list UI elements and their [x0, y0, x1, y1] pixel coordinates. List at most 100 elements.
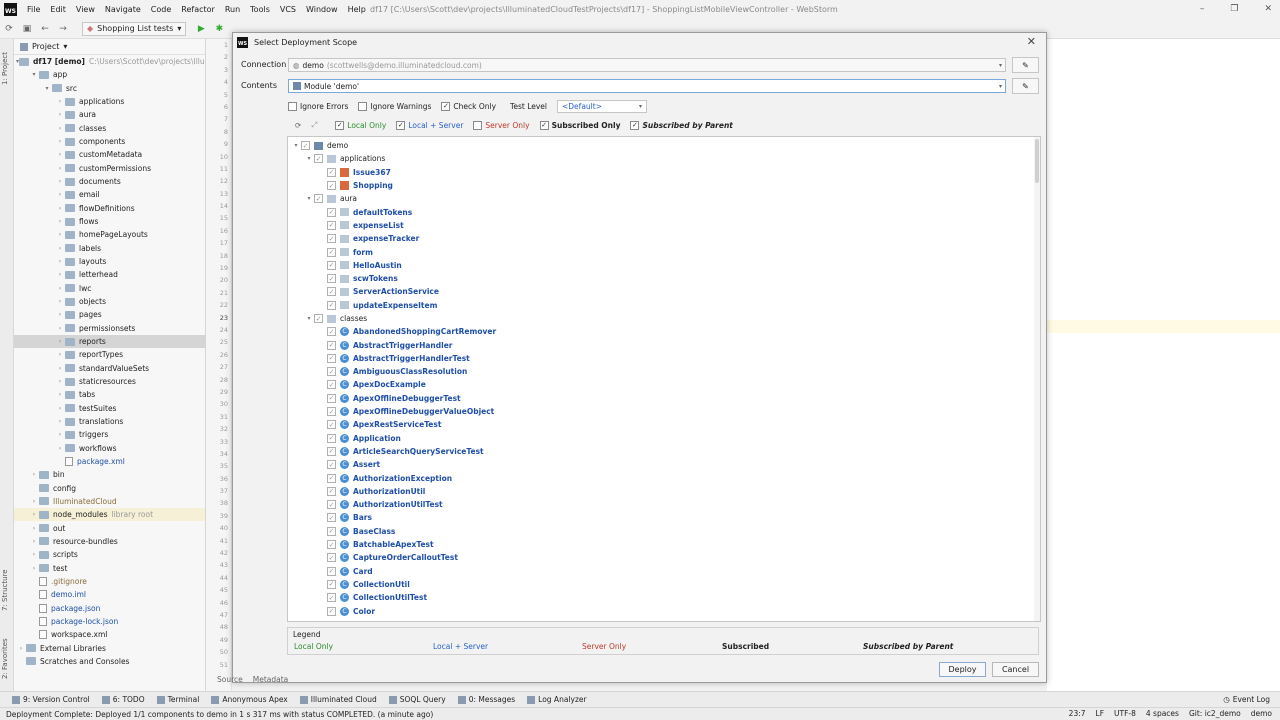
deployment-tree-item[interactable]: ✓ C Card [288, 565, 1040, 578]
local-server-checkbox[interactable]: ✓ Local + Server [396, 120, 463, 130]
project-tree-item[interactable]: › letterhead [14, 268, 205, 281]
project-tree-item[interactable]: › translations [14, 415, 205, 428]
expand-arrow-icon[interactable]: › [55, 391, 65, 398]
tree-checkbox[interactable]: ✓ [327, 380, 336, 390]
expand-arrow-icon[interactable]: › [29, 525, 39, 532]
expand-arrow-icon[interactable]: › [55, 111, 65, 118]
tree-checkbox[interactable]: ✓ [327, 340, 336, 350]
tree-checkbox[interactable]: ✓ [327, 247, 336, 257]
tab-favorites[interactable]: 2: Favorites [1, 638, 9, 679]
deployment-tree-item[interactable]: ✓ scwTokens [288, 272, 1040, 285]
deployment-tree-item[interactable]: ✓ C Application [288, 432, 1040, 445]
bottom-tab[interactable]: 0: Messages [457, 695, 515, 704]
bottom-tab[interactable]: 6: TODO [101, 695, 145, 704]
expand-arrow-icon[interactable]: ▾ [291, 142, 301, 149]
tree-checkbox[interactable]: ✓ [327, 393, 336, 403]
run-icon[interactable]: ▶ [194, 22, 208, 36]
bottom-tab[interactable]: SOQL Query [388, 695, 446, 704]
tab-project[interactable]: 1: Project [1, 52, 9, 85]
deployment-tree-item[interactable]: ✓ Issue367 [288, 166, 1040, 179]
server-only-checkbox[interactable]: Server Only [473, 120, 530, 130]
deployment-tree-item[interactable]: ✓ C CollectionUtil [288, 578, 1040, 591]
minimize-icon[interactable]: – [1200, 4, 1205, 14]
deployment-tree-item[interactable]: ✓ C ApexDocExample [288, 378, 1040, 391]
tree-checkbox[interactable]: ✓ [327, 300, 336, 310]
tree-checkbox[interactable]: ✓ [314, 154, 323, 164]
project-tree-item[interactable]: › reportTypes [14, 348, 205, 361]
deployment-tree-item[interactable]: ✓ HelloAustin [288, 259, 1040, 272]
deployment-tree-item[interactable]: ✓ C BaseClass [288, 525, 1040, 538]
project-tree-item[interactable]: › applications [14, 95, 205, 108]
project-panel-title[interactable]: Project [32, 42, 59, 51]
tree-checkbox[interactable]: ✓ [327, 500, 336, 510]
deployment-tree-item[interactable]: ▾ ✓ demo [288, 139, 1040, 152]
project-tree-item[interactable]: › classes [14, 122, 205, 135]
tab-source[interactable]: Source [217, 675, 243, 684]
tree-checkbox[interactable]: ✓ [327, 353, 336, 363]
project-tree-item[interactable]: › out [14, 521, 205, 534]
tree-checkbox[interactable]: ✓ [327, 274, 336, 284]
tree-checkbox[interactable]: ✓ [327, 540, 336, 550]
check-only-checkbox[interactable]: ✓ Check Only [441, 102, 496, 111]
deployment-tree-item[interactable]: ✓ C ApexOfflineDebuggerValueObject [288, 405, 1040, 418]
expand-arrow-icon[interactable]: › [29, 565, 39, 572]
project-tree-item[interactable]: › workflows [14, 442, 205, 455]
edit-contents-button[interactable]: ✎ [1012, 78, 1039, 94]
project-tree-item[interactable]: › email [14, 188, 205, 201]
project-tree-item[interactable]: › flowDefinitions [14, 202, 205, 215]
bottom-tab[interactable]: Log Analyzer [527, 695, 587, 704]
expand-arrow-icon[interactable]: ▾ [304, 315, 314, 322]
expand-arrow-icon[interactable]: ▾ [304, 195, 314, 202]
expand-arrow-icon[interactable]: › [16, 645, 26, 652]
tree-checkbox[interactable]: ✓ [314, 194, 323, 204]
expand-arrow-icon[interactable]: › [55, 338, 65, 345]
tree-checkbox[interactable]: ✓ [327, 207, 336, 217]
indent-setting[interactable]: 4 spaces [1146, 709, 1179, 718]
tree-checkbox[interactable]: ✓ [327, 367, 336, 377]
expand-all-icon[interactable]: ⤢ [311, 120, 317, 130]
close-icon[interactable]: ✕ [1027, 35, 1036, 48]
deployment-tree-item[interactable]: ✓ C BatchableApexTest [288, 538, 1040, 551]
expand-arrow-icon[interactable]: › [55, 298, 65, 305]
local-only-checkbox[interactable]: ✓ Local Only [335, 120, 386, 130]
chevron-down-icon[interactable]: ▾ [63, 42, 67, 51]
expand-arrow-icon[interactable]: › [55, 445, 65, 452]
deployment-tree-item[interactable]: ✓ C CaptureOrderCalloutTest [288, 551, 1040, 564]
project-tree-item[interactable]: › IlluminatedCloud [14, 495, 205, 508]
deployment-tree-item[interactable]: ✓ form [288, 245, 1040, 258]
project-root[interactable]: ▾ df17 [demo] C:\Users\Scott\dev\project… [14, 55, 205, 68]
expand-arrow-icon[interactable]: › [55, 378, 65, 385]
expand-arrow-icon[interactable]: › [55, 165, 65, 172]
project-tree-item[interactable]: › documents [14, 175, 205, 188]
project-tree-item[interactable]: › test [14, 561, 205, 574]
tree-checkbox[interactable]: ✓ [327, 579, 336, 589]
file-encoding[interactable]: UTF-8 [1114, 709, 1136, 718]
project-tree-item[interactable]: config [14, 482, 205, 495]
deployment-tree-item[interactable]: ✓ Shopping [288, 179, 1040, 192]
project-tree-item[interactable]: › staticresources [14, 375, 205, 388]
project-tree-item[interactable]: package-lock.json [14, 615, 205, 628]
project-tree-item[interactable]: › aura [14, 108, 205, 121]
tree-checkbox[interactable]: ✓ [327, 473, 336, 483]
project-tree-item[interactable]: ▾ src [14, 82, 205, 95]
menu-item-file[interactable]: File [22, 5, 45, 14]
tree-checkbox[interactable]: ✓ [327, 234, 336, 244]
expand-arrow-icon[interactable]: › [55, 191, 65, 198]
deployment-tree-item[interactable]: ✓ expenseTracker [288, 232, 1040, 245]
menu-item-run[interactable]: Run [220, 5, 245, 14]
project-tree-item[interactable]: › flows [14, 215, 205, 228]
project-tree-item[interactable]: › bin [14, 468, 205, 481]
line-separator[interactable]: LF [1096, 709, 1105, 718]
subscribed-only-checkbox[interactable]: ✓ Subscribed Only [539, 120, 620, 130]
expand-arrow-icon[interactable]: ▾ [304, 155, 314, 162]
tree-scrollbar[interactable] [1034, 137, 1040, 621]
expand-arrow-icon[interactable]: › [55, 365, 65, 372]
deployment-tree-item[interactable]: ✓ C AbstractTriggerHandler [288, 338, 1040, 351]
expand-arrow-icon[interactable]: › [55, 311, 65, 318]
close-icon[interactable]: ✕ [1264, 4, 1272, 14]
expand-arrow-icon[interactable]: › [55, 351, 65, 358]
project-tree-item[interactable]: › layouts [14, 255, 205, 268]
cancel-button[interactable]: Cancel [992, 662, 1039, 677]
bottom-tab[interactable]: 9: Version Control [12, 695, 90, 704]
expand-arrow-icon[interactable]: › [29, 471, 39, 478]
